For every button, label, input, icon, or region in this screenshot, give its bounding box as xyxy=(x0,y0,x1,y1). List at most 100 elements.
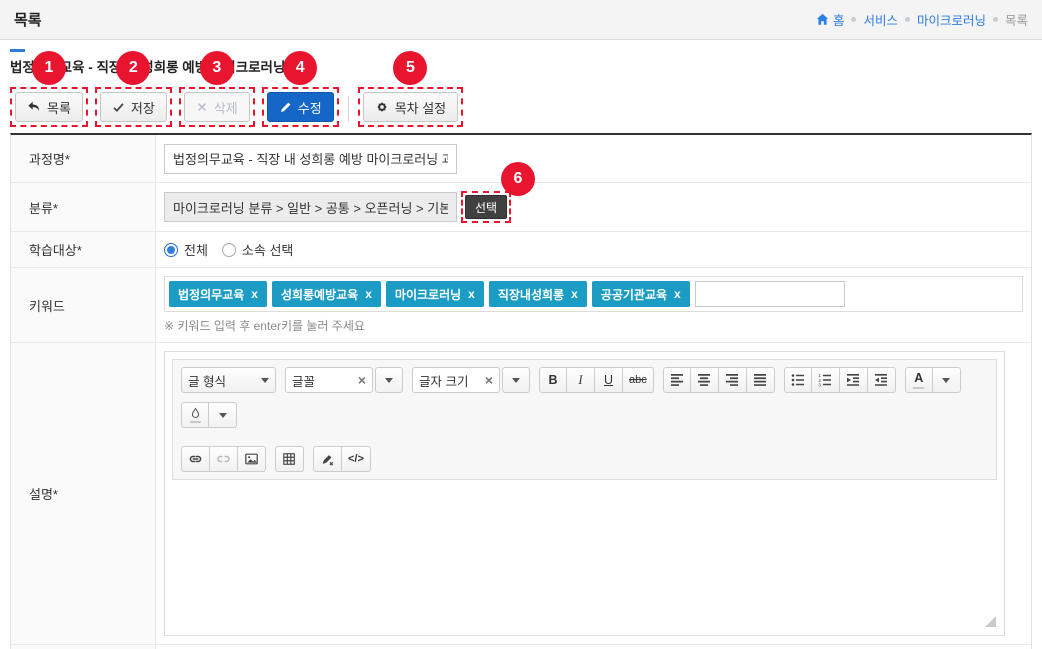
font-family-dropdown-button[interactable] xyxy=(375,367,403,393)
font-color-button[interactable]: A xyxy=(905,367,933,393)
align-left-icon xyxy=(670,373,684,387)
list-button[interactable]: 목록 xyxy=(15,92,83,122)
bullet-list-button[interactable] xyxy=(784,367,812,393)
chevron-down-icon xyxy=(942,378,950,383)
keyword-tag[interactable]: 마이크로러닝 x xyxy=(386,281,484,307)
learning-target-label: 학습대상* xyxy=(11,232,156,267)
svg-text:3: 3 xyxy=(819,382,822,387)
italic-button[interactable]: I xyxy=(567,367,595,393)
keyword-tag[interactable]: 성희롱예방교육 x xyxy=(272,281,381,307)
insert-image-button[interactable] xyxy=(238,446,266,472)
toolbar-divider xyxy=(348,96,349,122)
course-name-label: 과정명* xyxy=(11,135,156,182)
remove-tag-icon[interactable]: x xyxy=(365,287,372,301)
keyword-tag[interactable]: 법정의무교육 x xyxy=(169,281,267,307)
toc-settings-button[interactable]: 목차 설정 xyxy=(363,92,458,122)
font-family-input[interactable]: 글꼴 × xyxy=(285,367,373,393)
chevron-down-icon xyxy=(512,378,520,383)
gear-icon xyxy=(375,100,389,114)
color-underline xyxy=(913,387,924,389)
thumbnail-row: 썸네일 선택 파일 템플릿 xyxy=(11,645,1031,649)
chevron-down-icon xyxy=(219,413,227,418)
breadcrumb-separator xyxy=(905,17,910,22)
underline-button[interactable]: U xyxy=(595,367,623,393)
bold-button[interactable]: B xyxy=(539,367,567,393)
clear-format-button[interactable] xyxy=(313,446,342,472)
keywords-row: 키워드 법정의무교육 x 성희롱예방교육 x 마이크로러닝 x xyxy=(11,268,1031,343)
keyword-tag[interactable]: 공공기관교육 x xyxy=(592,281,690,307)
align-right-button[interactable] xyxy=(719,367,747,393)
align-justify-button[interactable] xyxy=(747,367,775,393)
link-image-group xyxy=(181,446,266,472)
font-color-group: A xyxy=(905,367,961,393)
annotation-badge-3: 3 xyxy=(200,51,234,85)
course-form-table: 과정명* 분류* 6 선택 학습대상* 전체 소속 선택 xyxy=(10,133,1032,649)
page-title: 목록 xyxy=(14,9,42,30)
keyword-tag[interactable]: 직장내성희롱 x xyxy=(489,281,587,307)
remove-tag-icon[interactable]: x xyxy=(674,287,681,301)
resize-handle[interactable] xyxy=(985,616,996,627)
editor-content-area[interactable] xyxy=(172,480,997,628)
target-dept-radio[interactable] xyxy=(222,243,236,257)
remove-tag-icon[interactable]: x xyxy=(571,287,578,301)
highlight-color-button[interactable] xyxy=(181,402,209,428)
course-name-input[interactable] xyxy=(164,144,457,174)
unlink-icon xyxy=(216,452,231,466)
font-size-input[interactable]: 글자 크기 × xyxy=(412,367,500,393)
annotation-badge-5: 5 xyxy=(393,51,427,85)
list-button-annotation: 1 목록 xyxy=(10,87,88,127)
keyword-tag-container: 법정의무교육 x 성희롱예방교육 x 마이크로러닝 x 직장내성희롱 x xyxy=(164,276,1023,312)
numbered-list-icon: 123 xyxy=(818,373,832,387)
insert-table-button[interactable] xyxy=(275,446,304,472)
category-label: 분류* xyxy=(11,183,156,231)
category-row: 분류* 6 선택 xyxy=(11,183,1031,232)
font-size-dropdown-button[interactable] xyxy=(502,367,530,393)
outdent-button[interactable] xyxy=(868,367,896,393)
delete-button[interactable]: 삭제 xyxy=(184,92,250,122)
numbered-list-button[interactable]: 123 xyxy=(812,367,840,393)
check-icon xyxy=(112,101,125,114)
outdent-icon xyxy=(874,373,888,387)
clear-size-icon[interactable]: × xyxy=(485,373,493,387)
droplet-icon xyxy=(190,407,201,419)
strikethrough-button[interactable]: abc xyxy=(623,367,654,393)
breadcrumb-current: 목록 xyxy=(1005,10,1028,29)
edit-button[interactable]: 수정 xyxy=(267,92,334,122)
insert-link-button[interactable] xyxy=(181,446,210,472)
align-left-button[interactable] xyxy=(663,367,691,393)
breadcrumb-microlearning[interactable]: 마이크로러닝 xyxy=(917,10,986,29)
align-center-button[interactable] xyxy=(691,367,719,393)
learning-target-row: 학습대상* 전체 소속 선택 xyxy=(11,232,1031,268)
breadcrumb-service[interactable]: 서비스 xyxy=(863,10,898,29)
blue-dash-indicator xyxy=(10,49,25,52)
target-dept-label: 소속 선택 xyxy=(242,240,293,259)
description-row: 설명* 글 형식 글꼴 × xyxy=(11,343,1031,645)
code-view-button[interactable]: </> xyxy=(342,446,371,472)
paragraph-format-select[interactable]: 글 형식 xyxy=(181,367,276,393)
back-arrow-icon xyxy=(27,100,41,114)
font-color-dropdown-button[interactable] xyxy=(933,367,961,393)
remove-tag-icon[interactable]: x xyxy=(468,287,475,301)
breadcrumb-home[interactable]: 홈 xyxy=(816,10,845,29)
highlight-color-dropdown-button[interactable] xyxy=(209,402,237,428)
home-icon xyxy=(816,13,829,26)
save-button[interactable]: 저장 xyxy=(100,92,167,122)
category-select-button[interactable]: 선택 xyxy=(465,195,507,219)
breadcrumb-separator xyxy=(851,17,856,22)
font-size-combo: 글자 크기 × xyxy=(412,367,530,393)
image-icon xyxy=(244,452,259,466)
highlight-underline xyxy=(190,421,201,423)
bullet-list-icon xyxy=(791,373,805,387)
table-icon xyxy=(282,452,297,466)
chevron-down-icon xyxy=(261,378,269,383)
rich-text-editor: 글 형식 글꼴 × 글자 크기 xyxy=(164,351,1005,636)
remove-tag-icon[interactable]: x xyxy=(251,287,258,301)
align-center-icon xyxy=(697,373,711,387)
thumbnail-label: 썸네일 선택 xyxy=(11,645,156,649)
target-all-radio[interactable] xyxy=(164,243,178,257)
keywords-label: 키워드 xyxy=(11,268,156,342)
keyword-input[interactable] xyxy=(695,281,845,307)
clear-font-icon[interactable]: × xyxy=(358,373,366,387)
indent-button[interactable] xyxy=(840,367,868,393)
remove-link-button[interactable] xyxy=(210,446,238,472)
